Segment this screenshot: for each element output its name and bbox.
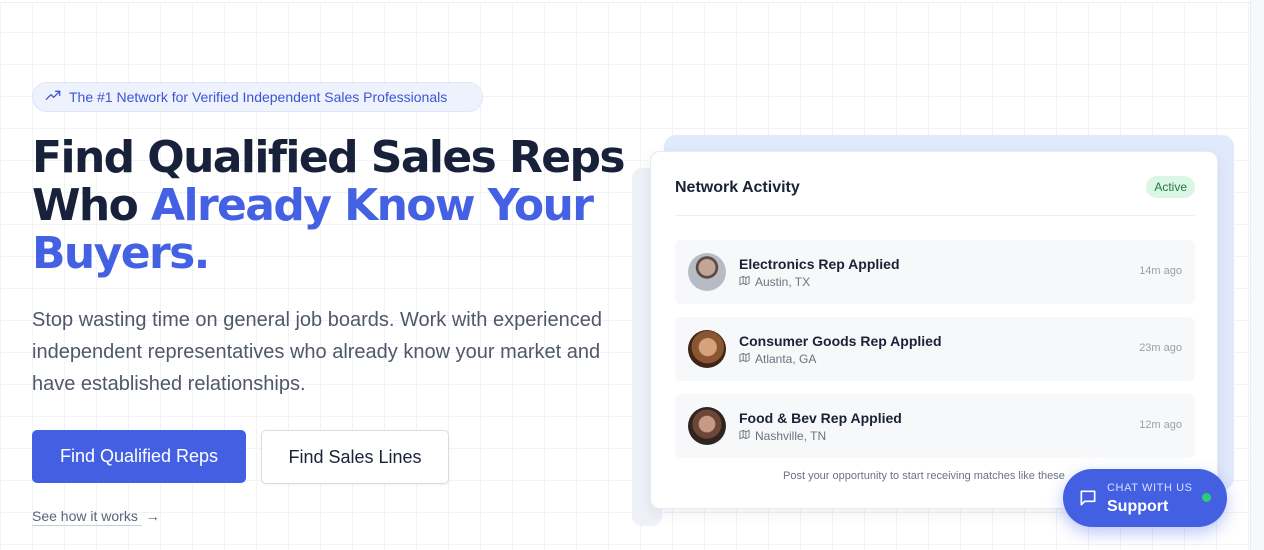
- activity-title: Food & Bev Rep Applied: [739, 410, 902, 426]
- status-badge: Active: [1146, 176, 1195, 198]
- headline-line-2-plain: Who: [32, 180, 152, 231]
- location-text: Austin, TX: [755, 275, 811, 289]
- map-icon: [739, 352, 750, 366]
- card-header: Network Activity Active: [675, 176, 1195, 216]
- find-sales-lines-button[interactable]: Find Sales Lines: [261, 430, 449, 484]
- chat-label-small: CHAT WITH US: [1107, 482, 1193, 494]
- network-activity-card: Network Activity Active Electronics Rep …: [650, 151, 1218, 509]
- headline-line-2-accent: Already Know Your: [151, 180, 594, 231]
- top-border: [0, 0, 1250, 3]
- activity-time: 23m ago: [1139, 342, 1182, 354]
- badge-text: The #1 Network for Verified Independent …: [69, 89, 448, 105]
- map-icon: [739, 429, 750, 443]
- see-how-it-works-link[interactable]: See how it works →: [32, 508, 160, 524]
- hero-badge: The #1 Network for Verified Independent …: [32, 82, 483, 112]
- headline-line-3-accent: Buyers.: [32, 228, 210, 279]
- chat-support-button[interactable]: CHAT WITH US Support: [1063, 469, 1227, 527]
- avatar: [688, 330, 726, 368]
- hero-headline: Find Qualified Sales Reps Who Already Kn…: [32, 134, 632, 278]
- arrow-right-icon: →: [145, 508, 160, 524]
- card-title: Network Activity: [675, 179, 800, 196]
- chat-bubble-icon: [1078, 488, 1098, 508]
- online-status-dot: [1202, 493, 1211, 502]
- activity-time: 14m ago: [1139, 265, 1182, 277]
- location-text: Nashville, TN: [755, 429, 827, 443]
- activity-time: 12m ago: [1139, 419, 1182, 431]
- card-footer-text: Post your opportunity to start receiving…: [783, 470, 1065, 482]
- hero-subtext: Stop wasting time on general job boards.…: [32, 309, 602, 395]
- activity-location: Atlanta, GA: [739, 352, 816, 366]
- avatar: [688, 407, 726, 445]
- activity-item[interactable]: Food & Bev Rep Applied Nashville, TN 12m…: [675, 394, 1195, 458]
- chat-label-big: Support: [1107, 498, 1169, 515]
- activity-location: Nashville, TN: [739, 429, 826, 443]
- activity-location: Austin, TX: [739, 275, 810, 289]
- location-text: Atlanta, GA: [755, 352, 817, 366]
- activity-title: Consumer Goods Rep Applied: [739, 333, 942, 349]
- activity-item[interactable]: Electronics Rep Applied Austin, TX 14m a…: [675, 240, 1195, 304]
- map-icon: [739, 275, 750, 289]
- avatar: [688, 253, 726, 291]
- activity-title: Electronics Rep Applied: [739, 256, 900, 272]
- trending-up-icon: [45, 88, 61, 107]
- headline-line-1: Find Qualified Sales Reps: [32, 132, 626, 183]
- see-how-label: See how it works: [32, 508, 138, 524]
- find-qualified-reps-button[interactable]: Find Qualified Reps: [32, 430, 246, 483]
- activity-item[interactable]: Consumer Goods Rep Applied Atlanta, GA 2…: [675, 317, 1195, 381]
- scrollbar-track[interactable]: [1250, 0, 1264, 550]
